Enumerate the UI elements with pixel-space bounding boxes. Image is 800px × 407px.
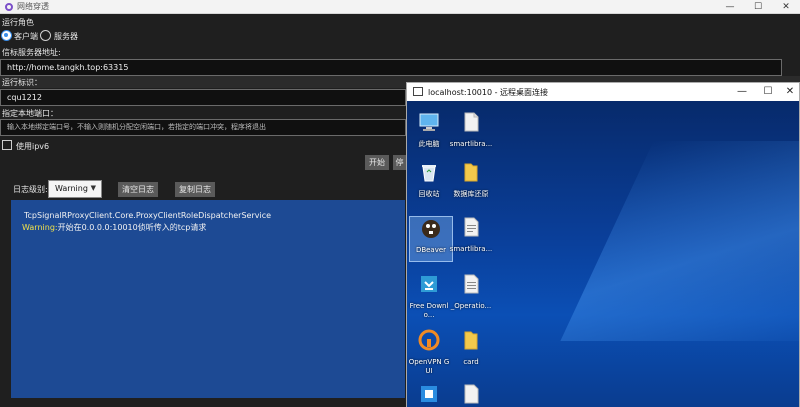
desktop-icon-openvpn[interactable]: OpenVPN GUI bbox=[407, 329, 451, 376]
desktop-icon-smartlibrary-2[interactable]: smartlibra... bbox=[449, 216, 493, 254]
folder-icon bbox=[464, 331, 478, 350]
role-label: 运行角色 bbox=[2, 18, 34, 27]
remote-desktop[interactable]: 此电脑 回收站 DBeaver Free Downlo... OpenVPN G… bbox=[407, 101, 799, 407]
file-icon bbox=[464, 112, 479, 132]
computer-icon bbox=[419, 113, 439, 131]
openvpn-icon bbox=[418, 329, 440, 351]
role-server-radio[interactable] bbox=[40, 30, 51, 41]
desktop-icon-smartlibrary-1[interactable]: smartlibra... bbox=[449, 111, 493, 149]
title-bar: 网络穿透 — ☐ ✕ bbox=[0, 0, 800, 14]
role-client-radio[interactable] bbox=[1, 30, 12, 41]
ipv6-label: 使用ipv6 bbox=[16, 142, 50, 151]
start-button[interactable]: 开始 bbox=[365, 155, 389, 170]
run-id-label: 运行标识： bbox=[2, 78, 42, 87]
desktop-icon-doc-3[interactable] bbox=[449, 383, 493, 407]
copy-log-button[interactable]: 复制日志 bbox=[175, 182, 215, 197]
remote-title-bar: localhost:10010 - 远程桌面连接 — ☐ ✕ bbox=[407, 83, 799, 101]
log-level-tag: Warning: bbox=[22, 223, 58, 232]
document-icon bbox=[464, 384, 479, 404]
log-line: Warning:开始在0.0.0.0:10010侦听传入的tcp请求 bbox=[22, 223, 207, 232]
desktop-icon-this-pc[interactable]: 此电脑 bbox=[407, 111, 451, 149]
file-icon bbox=[464, 217, 479, 237]
desktop-icon-dbeaver[interactable]: DBeaver bbox=[409, 216, 453, 262]
log-level-value: Warning bbox=[55, 184, 88, 193]
maximize-button[interactable]: ☐ bbox=[744, 0, 772, 14]
log-level-select[interactable]: Warning ▼ bbox=[48, 180, 102, 198]
folder-icon bbox=[464, 163, 478, 182]
remote-close-button[interactable]: ✕ bbox=[777, 83, 800, 101]
remote-window-title: localhost:10010 - 远程桌面连接 bbox=[428, 88, 549, 97]
signal-server-input[interactable]: http://home.tangkh.top:63315 bbox=[0, 59, 782, 76]
desktop-icon-recycle-bin[interactable]: 回收站 bbox=[407, 161, 451, 199]
close-button[interactable]: ✕ bbox=[772, 0, 800, 14]
window-title: 网络穿透 bbox=[17, 2, 49, 11]
desktop-icon-card[interactable]: card bbox=[449, 329, 493, 367]
desktop-icon-free-download[interactable]: Free Downlo... bbox=[407, 273, 451, 320]
role-server-label: 服务器 bbox=[54, 32, 78, 41]
document-icon bbox=[464, 274, 479, 294]
desktop-icon-operation-doc[interactable]: _Operatio... bbox=[449, 273, 493, 311]
desktop-icon-app[interactable] bbox=[407, 383, 451, 407]
local-port-input[interactable]: 输入本地绑定端口号，不输入则随机分配空闲端口，若指定的端口冲突，程序将退出 bbox=[0, 119, 406, 136]
clear-log-button[interactable]: 清空日志 bbox=[118, 182, 158, 197]
stop-button[interactable]: 停 bbox=[393, 155, 406, 170]
run-id-input[interactable]: cqu1212 bbox=[0, 89, 406, 106]
dbeaver-icon bbox=[422, 220, 440, 238]
remote-minimize-button[interactable]: — bbox=[729, 83, 755, 101]
signal-server-label: 信标服务器地址: bbox=[2, 48, 61, 57]
log-level-label: 日志级别: bbox=[13, 185, 48, 194]
download-icon bbox=[421, 276, 437, 292]
local-port-label: 指定本地端口： bbox=[2, 109, 58, 118]
remote-desktop-window: localhost:10010 - 远程桌面连接 — ☐ ✕ 此电脑 回收站 D… bbox=[406, 82, 800, 407]
desktop-icon-db-restore[interactable]: 数据库还原 bbox=[449, 161, 493, 199]
app-icon bbox=[5, 3, 13, 11]
recycle-bin-icon bbox=[422, 165, 436, 182]
minimize-button[interactable]: — bbox=[716, 0, 744, 14]
chevron-down-icon: ▼ bbox=[90, 184, 96, 192]
log-panel[interactable]: TcpSignalRProxyClient.Core.ProxyClientRo… bbox=[11, 200, 405, 398]
log-line: TcpSignalRProxyClient.Core.ProxyClientRo… bbox=[24, 211, 272, 220]
app-icon bbox=[421, 386, 437, 402]
remote-desktop-icon bbox=[413, 87, 423, 96]
ipv6-checkbox[interactable] bbox=[2, 140, 12, 150]
role-client-label: 客户端 bbox=[14, 32, 38, 41]
